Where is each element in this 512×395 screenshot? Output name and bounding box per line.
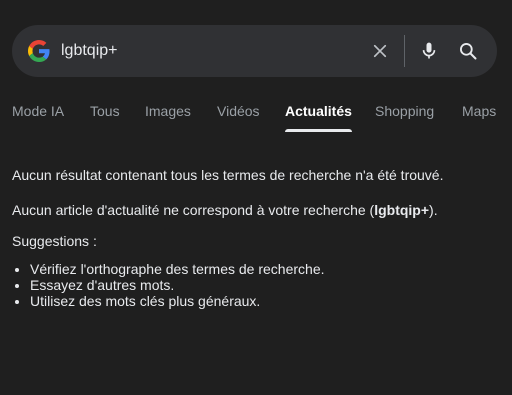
no-news-suffix: ). [429, 202, 438, 218]
tab-mode-ia[interactable]: Mode IA [12, 100, 64, 132]
google-logo-icon [28, 40, 50, 62]
microphone-icon [422, 42, 436, 59]
search-input[interactable] [61, 38, 351, 64]
no-news-message: Aucun article d'actualité ne correspond … [12, 201, 438, 219]
search-button[interactable] [455, 38, 481, 64]
list-item: Vérifiez l'orthographe des termes de rec… [30, 261, 325, 277]
suggestions-title: Suggestions : [12, 233, 97, 249]
no-results-message: Aucun résultat contenant tous les termes… [12, 167, 444, 183]
no-news-prefix: Aucun article d'actualité ne correspond … [12, 202, 375, 218]
close-icon [373, 44, 387, 58]
tab-tous[interactable]: Tous [90, 100, 120, 132]
search-bar-divider [404, 35, 405, 67]
search-tabs: Mode IA Tous Images Vidéos Actualités Sh… [0, 100, 512, 132]
tab-shopping[interactable]: Shopping [375, 100, 434, 132]
no-news-query: lgbtqip+ [374, 202, 430, 218]
tab-actualites[interactable]: Actualités [285, 100, 352, 132]
tab-images[interactable]: Images [145, 100, 191, 132]
list-item: Essayez d'autres mots. [30, 277, 325, 293]
clear-button[interactable] [367, 38, 393, 64]
tab-maps[interactable]: Maps [462, 100, 496, 132]
suggestions-list: Vérifiez l'orthographe des termes de rec… [12, 261, 325, 309]
tab-videos[interactable]: Vidéos [217, 100, 260, 132]
search-bar[interactable] [12, 25, 497, 77]
list-item: Utilisez des mots clés plus généraux. [30, 293, 325, 309]
voice-search-button[interactable] [416, 38, 442, 64]
magnifier-icon [460, 43, 477, 60]
